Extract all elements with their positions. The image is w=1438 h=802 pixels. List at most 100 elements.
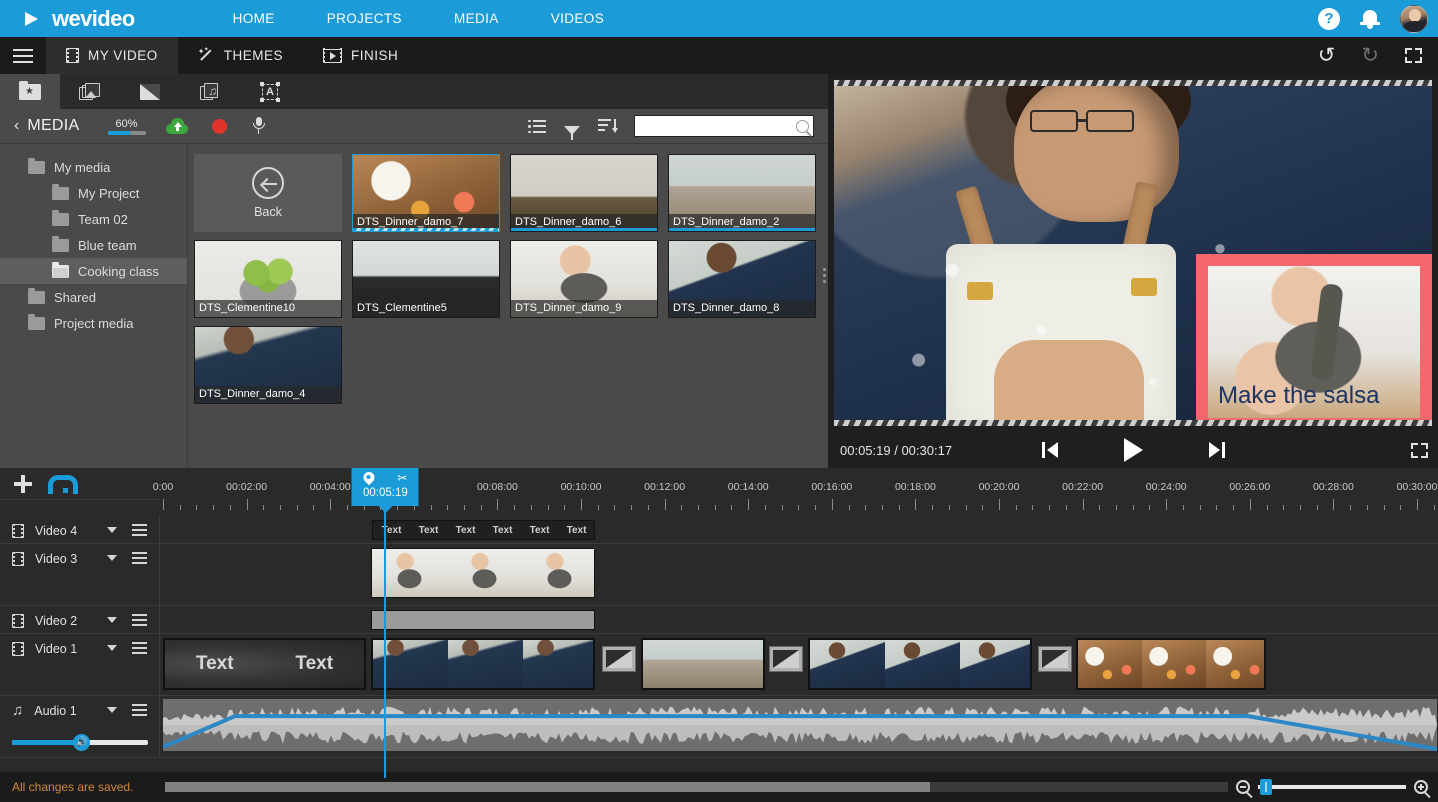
track-menu-icon[interactable] bbox=[132, 642, 147, 657]
magnet-snap-icon[interactable] bbox=[48, 474, 78, 494]
record-icon[interactable] bbox=[211, 118, 227, 134]
wevideo-logo[interactable]: wevideo bbox=[22, 6, 135, 32]
microphone-icon[interactable] bbox=[252, 117, 266, 135]
cloud-upload-icon[interactable] bbox=[165, 118, 188, 134]
folder-item[interactable]: My Project bbox=[0, 180, 187, 206]
preview-stage[interactable]: Make the salsa bbox=[834, 80, 1432, 426]
chevron-down-icon[interactable] bbox=[107, 527, 117, 533]
fullscreen-icon[interactable] bbox=[1405, 48, 1422, 63]
media-item[interactable]: DTS_Dinner_damo_6 bbox=[510, 154, 658, 232]
track-menu-icon[interactable] bbox=[132, 524, 147, 539]
video-clip[interactable] bbox=[371, 638, 595, 690]
favorites-folder-tab[interactable] bbox=[0, 74, 60, 109]
letterbox-bottom bbox=[834, 420, 1432, 426]
search-input[interactable] bbox=[641, 119, 796, 133]
media-item[interactable]: DTS_Dinner_damo_8 bbox=[668, 240, 816, 318]
map-pin-icon[interactable] bbox=[363, 472, 374, 485]
blank-clip[interactable] bbox=[371, 610, 595, 630]
video-clip[interactable] bbox=[1076, 638, 1266, 690]
track-lane[interactable]: Text Text Text Text Text Text bbox=[160, 516, 1438, 543]
nav-home[interactable]: HOME bbox=[207, 0, 301, 37]
media-back-cell[interactable]: Back bbox=[194, 154, 342, 232]
track-menu-icon[interactable] bbox=[132, 704, 147, 719]
track-header[interactable]: Video 4 bbox=[0, 516, 160, 543]
transitions-tab[interactable] bbox=[120, 74, 180, 109]
track-lane[interactable] bbox=[160, 606, 1438, 633]
nav-videos[interactable]: VIDEOS bbox=[525, 0, 630, 37]
transition-clip[interactable] bbox=[602, 646, 636, 672]
zoom-slider[interactable] bbox=[1258, 779, 1406, 795]
media-item[interactable]: DTS_Dinner_damo_2 bbox=[668, 154, 816, 232]
play-icon[interactable] bbox=[1123, 438, 1143, 462]
preview-fullscreen-icon[interactable] bbox=[1411, 442, 1428, 458]
hamburger-icon[interactable] bbox=[0, 37, 46, 74]
bell-icon[interactable] bbox=[1360, 8, 1380, 30]
list-view-icon[interactable] bbox=[528, 119, 546, 133]
chevron-down-icon[interactable] bbox=[107, 645, 117, 651]
timeline-ruler[interactable]: ✂ 00:05:19 0:00 00:02:00 00:04:00 00:08:00 0… bbox=[153, 468, 1438, 516]
media-item[interactable]: DTS_Dinner_damo_7 bbox=[352, 154, 500, 232]
skip-previous-icon[interactable] bbox=[1041, 442, 1058, 458]
zoom-out-icon[interactable] bbox=[1236, 780, 1250, 794]
preview-video-frame: Make the salsa bbox=[834, 86, 1432, 420]
help-icon[interactable]: ? bbox=[1318, 7, 1340, 30]
folder-item[interactable]: Team 02 bbox=[0, 206, 187, 232]
track-menu-icon[interactable] bbox=[132, 614, 147, 629]
text-clip[interactable]: Text Text Text Text Text Text bbox=[372, 520, 595, 540]
audio-clip[interactable] bbox=[163, 699, 1437, 751]
audio-tab[interactable]: ♫ bbox=[180, 74, 240, 109]
zoom-in-icon[interactable] bbox=[1414, 780, 1428, 794]
media-item[interactable]: DTS_Clementine5 bbox=[352, 240, 500, 318]
media-back-button[interactable]: ‹ MEDIA bbox=[14, 117, 80, 135]
folder-item[interactable]: My media bbox=[0, 154, 187, 180]
avatar[interactable] bbox=[1400, 4, 1428, 33]
chevron-down-icon[interactable] bbox=[107, 707, 117, 713]
media-item[interactable]: DTS_Dinner_damo_4 bbox=[194, 326, 342, 404]
library-body: My media My Project Team 02 Blue team Cookin… bbox=[0, 144, 828, 468]
transition-clip[interactable] bbox=[769, 646, 803, 672]
timeline-hscrollbar[interactable] bbox=[165, 782, 1228, 792]
track-lane[interactable] bbox=[160, 544, 1438, 605]
title-clip[interactable]: Text Text bbox=[163, 638, 366, 690]
track-lane[interactable]: Text Text bbox=[160, 634, 1438, 695]
media-item[interactable]: DTS_Dinner_damo_9 bbox=[510, 240, 658, 318]
transition-clip[interactable] bbox=[1038, 646, 1072, 672]
nav-media[interactable]: MEDIA bbox=[428, 0, 525, 37]
text-clip-label: Text bbox=[381, 524, 402, 536]
tab-themes[interactable]: ✦ ✦ THEMES bbox=[178, 37, 303, 74]
ruler-tick bbox=[848, 505, 850, 510]
track-header[interactable]: Video 2 bbox=[0, 606, 160, 633]
volume-slider[interactable]: 🔊 bbox=[12, 734, 148, 751]
undo-icon[interactable]: ↺ bbox=[1318, 45, 1336, 66]
tab-my-video[interactable]: MY VIDEO bbox=[46, 37, 178, 74]
nav-projects[interactable]: PROJECTS bbox=[301, 0, 428, 37]
video-clip[interactable] bbox=[808, 638, 1032, 690]
playhead-marker[interactable]: ✂ 00:05:19 bbox=[351, 468, 419, 506]
tab-finish[interactable]: FINISH bbox=[303, 37, 418, 74]
track-lane[interactable] bbox=[160, 696, 1438, 757]
folder-item[interactable]: Blue team bbox=[0, 232, 187, 258]
folder-item[interactable]: Project media bbox=[0, 310, 187, 336]
track-header[interactable]: Video 1 bbox=[0, 634, 160, 695]
chevron-down-icon[interactable] bbox=[107, 555, 117, 561]
folder-item[interactable]: Shared bbox=[0, 284, 187, 310]
video-clip[interactable] bbox=[371, 548, 595, 598]
chevron-down-icon[interactable] bbox=[107, 617, 117, 623]
scissors-icon[interactable]: ✂ bbox=[397, 471, 407, 485]
skip-next-icon[interactable] bbox=[1208, 442, 1225, 458]
media-images-tab[interactable] bbox=[60, 74, 120, 109]
track-header[interactable]: Video 3 bbox=[0, 544, 160, 605]
redo-icon[interactable]: ↻ bbox=[1361, 45, 1379, 66]
zoom-slider-knob[interactable] bbox=[1260, 779, 1272, 795]
track-header[interactable]: ♫ Audio 1 🔊 bbox=[0, 696, 160, 757]
add-track-icon[interactable] bbox=[14, 474, 32, 493]
volume-knob[interactable]: 🔊 bbox=[73, 734, 91, 751]
video-clip[interactable] bbox=[641, 638, 765, 690]
picture-in-picture-overlay[interactable]: Make the salsa bbox=[1196, 254, 1432, 420]
media-item[interactable]: DTS_Clementine10 bbox=[194, 240, 342, 318]
track-menu-icon[interactable] bbox=[132, 552, 147, 567]
search-box[interactable] bbox=[634, 115, 814, 137]
sort-icon[interactable] bbox=[598, 119, 618, 133]
text-tab[interactable]: A bbox=[240, 74, 300, 109]
folder-item[interactable]: Cooking class bbox=[0, 258, 187, 284]
